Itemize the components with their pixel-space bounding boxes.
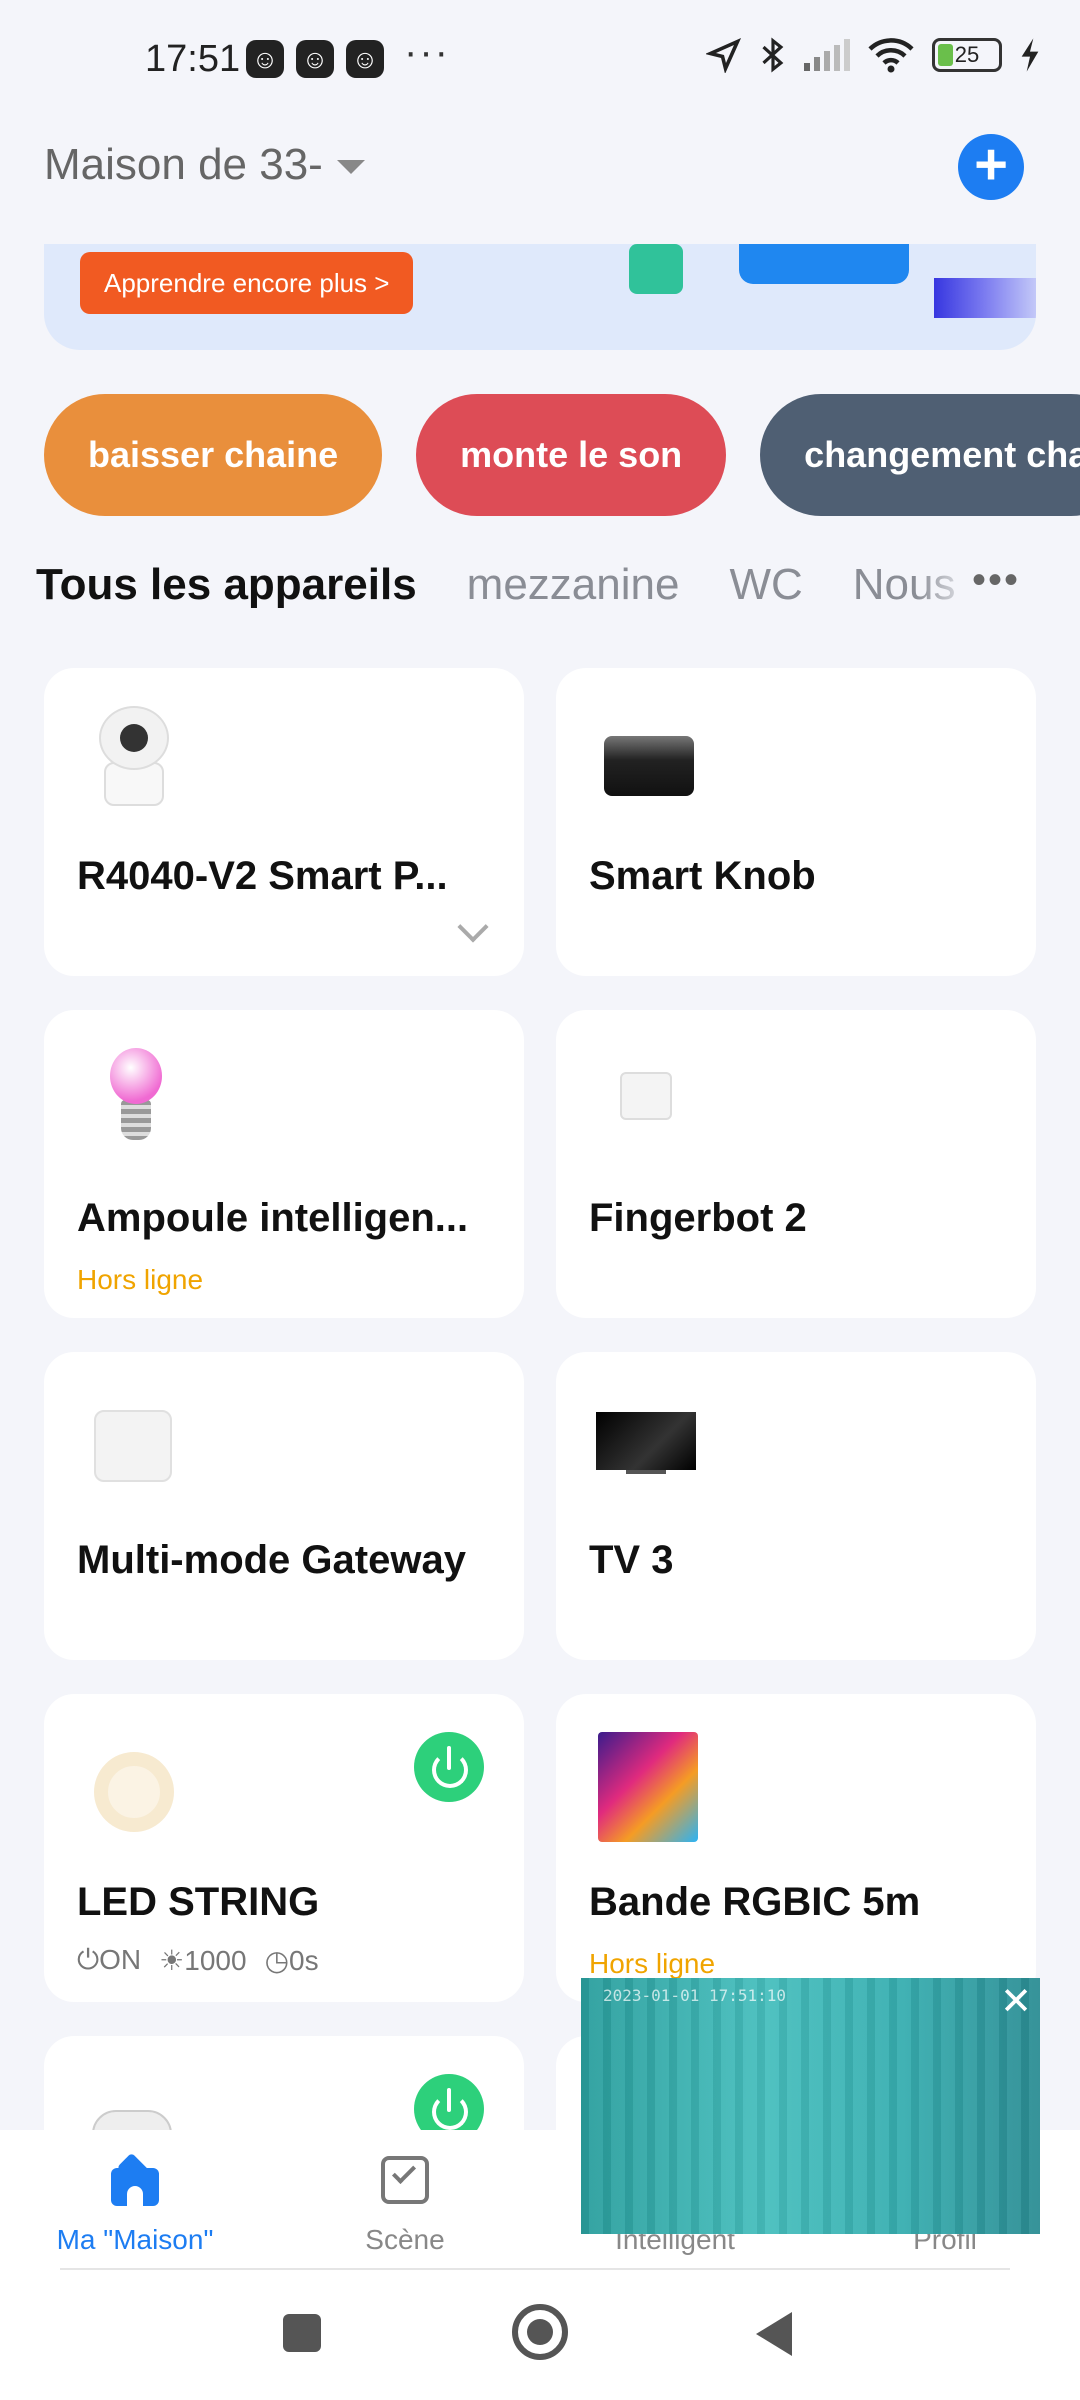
device-card[interactable]: LED STRING ⏻ON ☀1000 ◷0s [44,1694,524,2002]
charging-icon [1021,38,1039,72]
chat-illustration-icon [629,244,683,294]
device-card[interactable]: Ampoule intelligen... Hors ligne [44,1010,524,1318]
offline-status: Hors ligne [77,1264,204,1295]
more-notifications-icon: ··· [404,30,450,74]
battery-icon: 25 [932,38,1002,72]
device-card[interactable]: R4040-V2 Smart P... [44,668,524,976]
app-notification-icon: ☺ [296,40,334,78]
signal-icon [804,39,850,71]
nav-label: Scène [365,2224,445,2255]
status-bar: 17:51 ☺ ☺ ☺ ··· 25 [0,0,1080,120]
app-notification-icon: ☺ [346,40,384,78]
notification-icons: ☺ ☺ ☺ [246,40,384,78]
scene-chip[interactable]: baisser chaine [44,394,383,516]
chevron-down-icon[interactable] [457,911,489,943]
home-name: Maison de 33- [44,140,323,189]
close-icon[interactable]: ✕ [1000,1982,1032,2022]
device-card[interactable]: TV 3 [556,1352,1036,1660]
room-tabs: Tous les appareils mezzanine WC Nous ••• [36,550,1046,620]
status-time: 17:51 [145,38,241,80]
system-status-icons: 25 [706,36,1040,74]
device-card[interactable]: Bande RGBIC 5m Hors ligne [556,1694,1036,2002]
camera-icon [84,706,184,806]
system-nav-bar [0,2270,1080,2400]
banner-illustration [934,278,1036,318]
add-device-button[interactable]: + [958,134,1024,200]
back-button[interactable] [756,2312,792,2356]
device-card[interactable]: Fingerbot 2 [556,1010,1036,1318]
bulb-icon [84,1048,184,1148]
device-name: R4040-V2 Smart P... [77,854,448,898]
scene-chip[interactable]: changement cha [760,394,1080,516]
device-name: LED STRING [77,1880,320,1924]
knob-icon [596,706,696,806]
caret-down-icon [336,160,365,174]
brightness-state: ☀1000 [159,1945,247,1976]
bluetooth-icon [762,37,784,73]
power-toggle-button[interactable] [414,1732,484,1802]
app-notification-icon: ☺ [246,40,284,78]
home-selector[interactable]: Maison de 33- [44,140,365,190]
device-meta: ⏻ON ☀1000 ◷0s [77,1944,319,1977]
more-tabs-icon[interactable]: ••• [972,558,1020,603]
camera-preview-overlay[interactable]: 2023-01-01 17:51:10 ✕ [581,1978,1040,2234]
device-name: Bande RGBIC 5m [589,1880,921,1924]
location-icon [706,37,742,73]
camera-timestamp: 2023-01-01 17:51:10 [603,1986,787,2005]
power-state: ⏻ON [77,1944,142,1975]
banner-illustration [739,244,909,284]
wifi-icon [868,38,914,73]
nav-label: Ma "Maison" [56,2224,214,2255]
device-name: TV 3 [589,1538,674,1582]
scene-shortcuts: baisser chaine monte le son changement c… [44,394,1080,516]
device-name: Smart Knob [589,854,816,898]
device-name: Fingerbot 2 [589,1196,807,1240]
device-name: Ampoule intelligen... [77,1196,469,1240]
device-card[interactable]: Smart Knob [556,668,1036,976]
nav-scene[interactable]: Scène [270,2154,540,2256]
offline-status: Hors ligne [589,1948,716,1979]
tab-mezzanine[interactable]: mezzanine [467,560,680,610]
brightness-icon: ☀ [159,1945,185,1976]
rgbic-strip-icon [596,1732,698,1842]
tv-icon [596,1390,696,1490]
tab-all-devices[interactable]: Tous les appareils [36,560,417,610]
timer-state: ◷0s [264,1945,319,1976]
gateway-icon [84,1390,184,1490]
learn-more-button[interactable]: Apprendre encore plus > [80,252,414,314]
recents-button[interactable] [283,2314,321,2352]
home-button[interactable] [512,2304,568,2360]
home-icon [109,2152,161,2206]
fingerbot-icon [596,1048,696,1148]
device-card[interactable]: Multi-mode Gateway [44,1352,524,1660]
scene-icon [379,2154,431,2206]
led-ring-icon [84,1732,184,1832]
promo-banner[interactable]: Apprendre encore plus > [44,244,1036,350]
battery-level: 25 [954,42,980,67]
scene-chip[interactable]: monte le son [416,394,727,516]
power-icon: ⏻ [77,1944,100,1975]
nav-home[interactable]: Ma "Maison" [0,2152,270,2256]
clock-icon: ◷ [264,1945,289,1976]
device-name: Multi-mode Gateway [77,1538,466,1582]
tab-wc[interactable]: WC [729,560,802,610]
